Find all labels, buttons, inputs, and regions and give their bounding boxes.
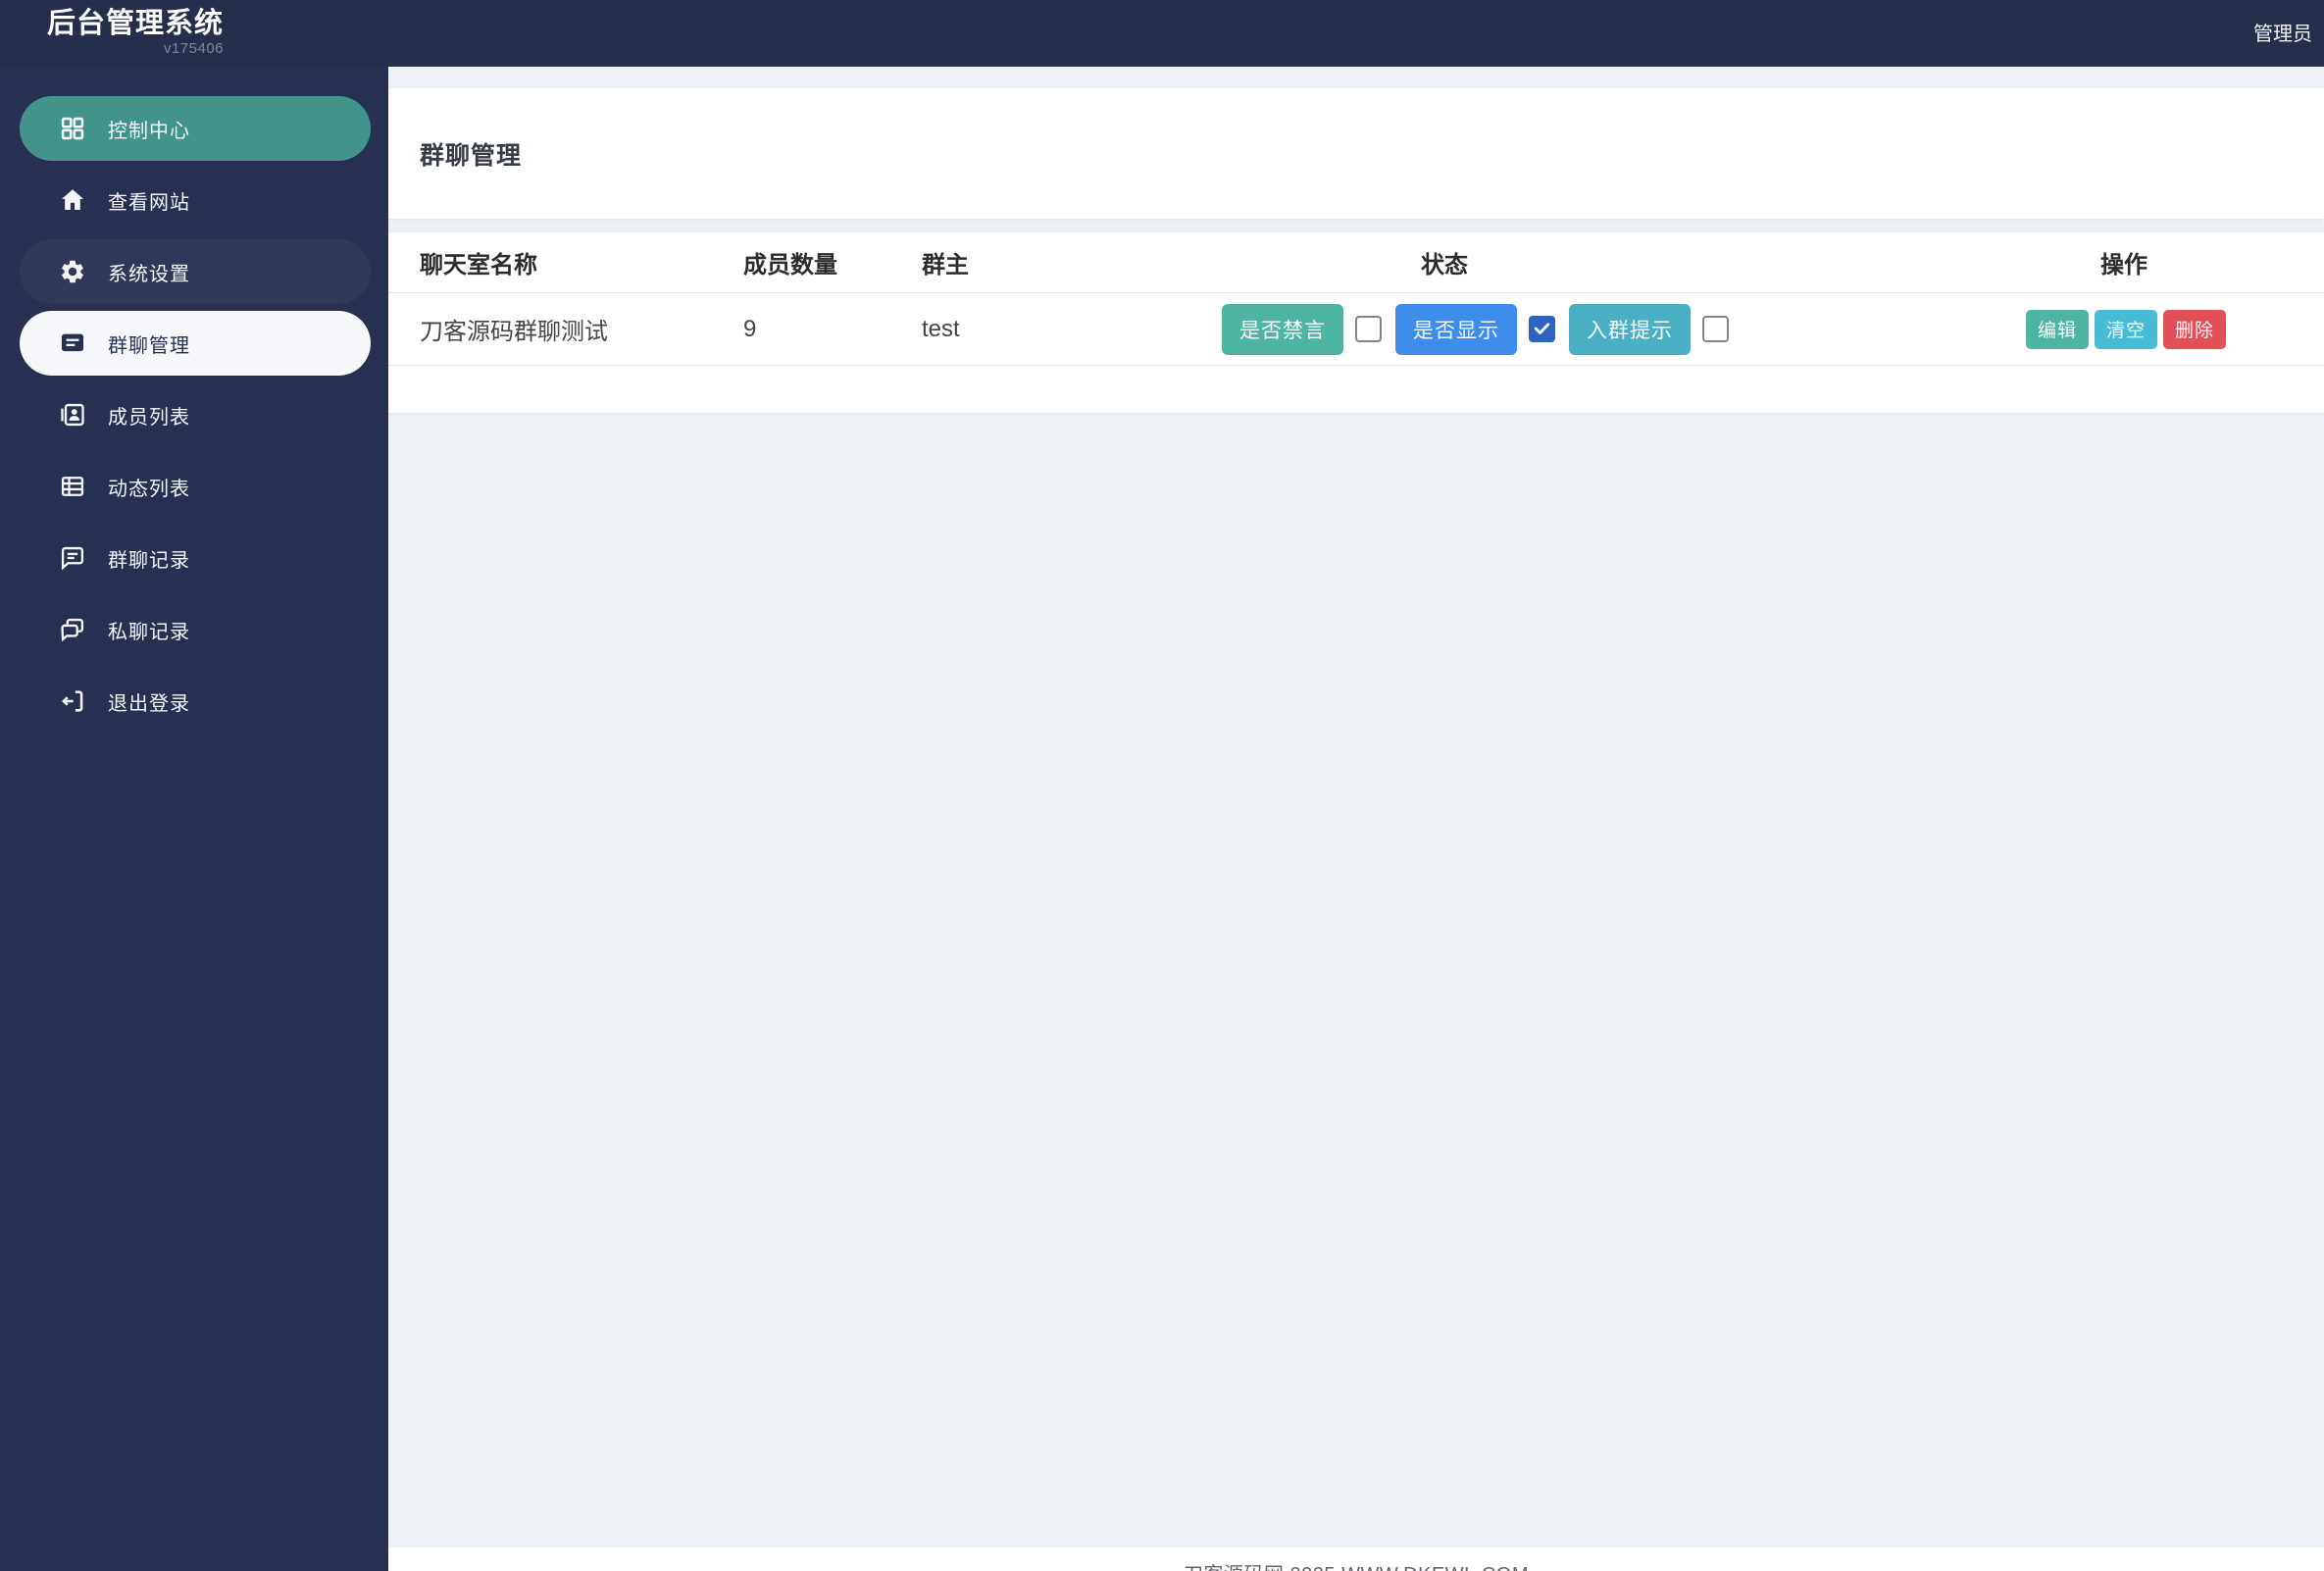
sidebar-item-label: 退出登录 <box>108 692 190 715</box>
page-title: 群聊管理 <box>420 141 523 170</box>
sidebar-item-activity-list[interactable]: 动态列表 <box>20 454 371 519</box>
sidebar: 控制中心 查看网站 系统设置 群聊管理 成员列表 动态列表 群聊记录 私聊记录 … <box>0 67 388 1571</box>
sidebar-item-logout[interactable]: 退出登录 <box>20 669 371 734</box>
footer: 刀客源码网 2025 WWW.DKEWL.COM <box>388 1547 2324 1571</box>
footer-text: 刀客源码网 2025 WWW.DKEWL.COM <box>1184 1564 1529 1571</box>
sidebar-item-group-chat-records[interactable]: 群聊记录 <box>20 526 371 590</box>
topbar: 后台管理系统 v175406 管理员 <box>0 0 2324 67</box>
delete-button[interactable]: 删除 <box>2163 309 2226 349</box>
cell-owner: test <box>922 315 960 342</box>
group-chat-table: 聊天室名称 成员数量 群主 状态 操作 刀客源码群聊测试 9 test 是否禁言… <box>388 232 2324 413</box>
screen: 后台管理系统 v175406 管理员 控制中心 查看网站 系统设置 群聊管理 成… <box>0 0 2324 1571</box>
user-menu[interactable]: 管理员 <box>2253 0 2324 46</box>
member-card-icon <box>59 401 86 429</box>
sidebar-item-label: 私聊记录 <box>108 621 190 643</box>
cell-chatroom-name: 刀客源码群聊测试 <box>420 319 608 345</box>
sidebar-item-member-list[interactable]: 成员列表 <box>20 382 371 447</box>
sidebar-item-label: 查看网站 <box>108 191 190 214</box>
mute-checkbox[interactable] <box>1355 316 1382 342</box>
join-notice-checkbox[interactable] <box>1702 316 1729 342</box>
gear-icon <box>59 258 86 285</box>
sidebar-item-system-settings[interactable]: 系统设置 <box>20 239 371 304</box>
cell-actions: 编辑 清空 删除 <box>2020 309 2324 349</box>
mute-toggle-button[interactable]: 是否禁言 <box>1222 303 1343 355</box>
sidebar-item-view-site[interactable]: 查看网站 <box>20 168 371 232</box>
sidebar-item-label: 群聊记录 <box>108 549 190 572</box>
sidebar-item-group-chat-management[interactable]: 群聊管理 <box>20 311 371 376</box>
table-header-row: 聊天室名称 成员数量 群主 状态 操作 <box>388 232 2324 293</box>
sidebar-item-label: 群聊管理 <box>108 334 190 357</box>
dashboard-icon <box>59 115 86 142</box>
chat-record-icon <box>59 544 86 572</box>
app-version: v175406 <box>163 40 225 57</box>
cell-member-count: 9 <box>743 315 757 342</box>
sidebar-item-label: 成员列表 <box>108 406 190 429</box>
sidebar-item-label: 动态列表 <box>108 478 190 500</box>
clear-button[interactable]: 清空 <box>2095 309 2157 349</box>
visible-toggle-button[interactable]: 是否显示 <box>1395 303 1517 355</box>
visible-checkbox[interactable] <box>1529 316 1555 342</box>
private-chat-icon <box>59 616 86 643</box>
brand: 后台管理系统 v175406 <box>0 0 224 57</box>
column-header-owner: 群主 <box>922 252 969 279</box>
join-notice-toggle-button[interactable]: 入群提示 <box>1569 303 1691 355</box>
logout-icon <box>59 687 86 715</box>
sidebar-item-control-center[interactable]: 控制中心 <box>20 96 371 161</box>
sidebar-item-label: 控制中心 <box>108 120 190 142</box>
home-icon <box>59 186 86 214</box>
group-chat-icon <box>59 329 86 357</box>
page-header-card: 群聊管理 <box>388 88 2324 219</box>
app-title: 后台管理系统 <box>47 8 225 39</box>
column-header-actions: 操作 <box>2100 252 2147 279</box>
main-content: 群聊管理 聊天室名称 成员数量 群主 状态 操作 刀客源码群聊测试 9 test… <box>388 67 2324 1571</box>
edit-button[interactable]: 编辑 <box>2026 309 2089 349</box>
cell-status: 是否禁言 是否显示 入群提示 <box>1222 303 2020 355</box>
sidebar-item-label: 系统设置 <box>108 263 190 285</box>
table-list-icon <box>59 473 86 500</box>
column-header-status: 状态 <box>1421 252 1468 279</box>
column-header-members: 成员数量 <box>743 252 837 279</box>
table-row: 刀客源码群聊测试 9 test 是否禁言 是否显示 入群提示 编辑 清空 删除 <box>388 293 2324 366</box>
sidebar-item-private-chat-records[interactable]: 私聊记录 <box>20 597 371 662</box>
column-header-name: 聊天室名称 <box>420 252 537 279</box>
